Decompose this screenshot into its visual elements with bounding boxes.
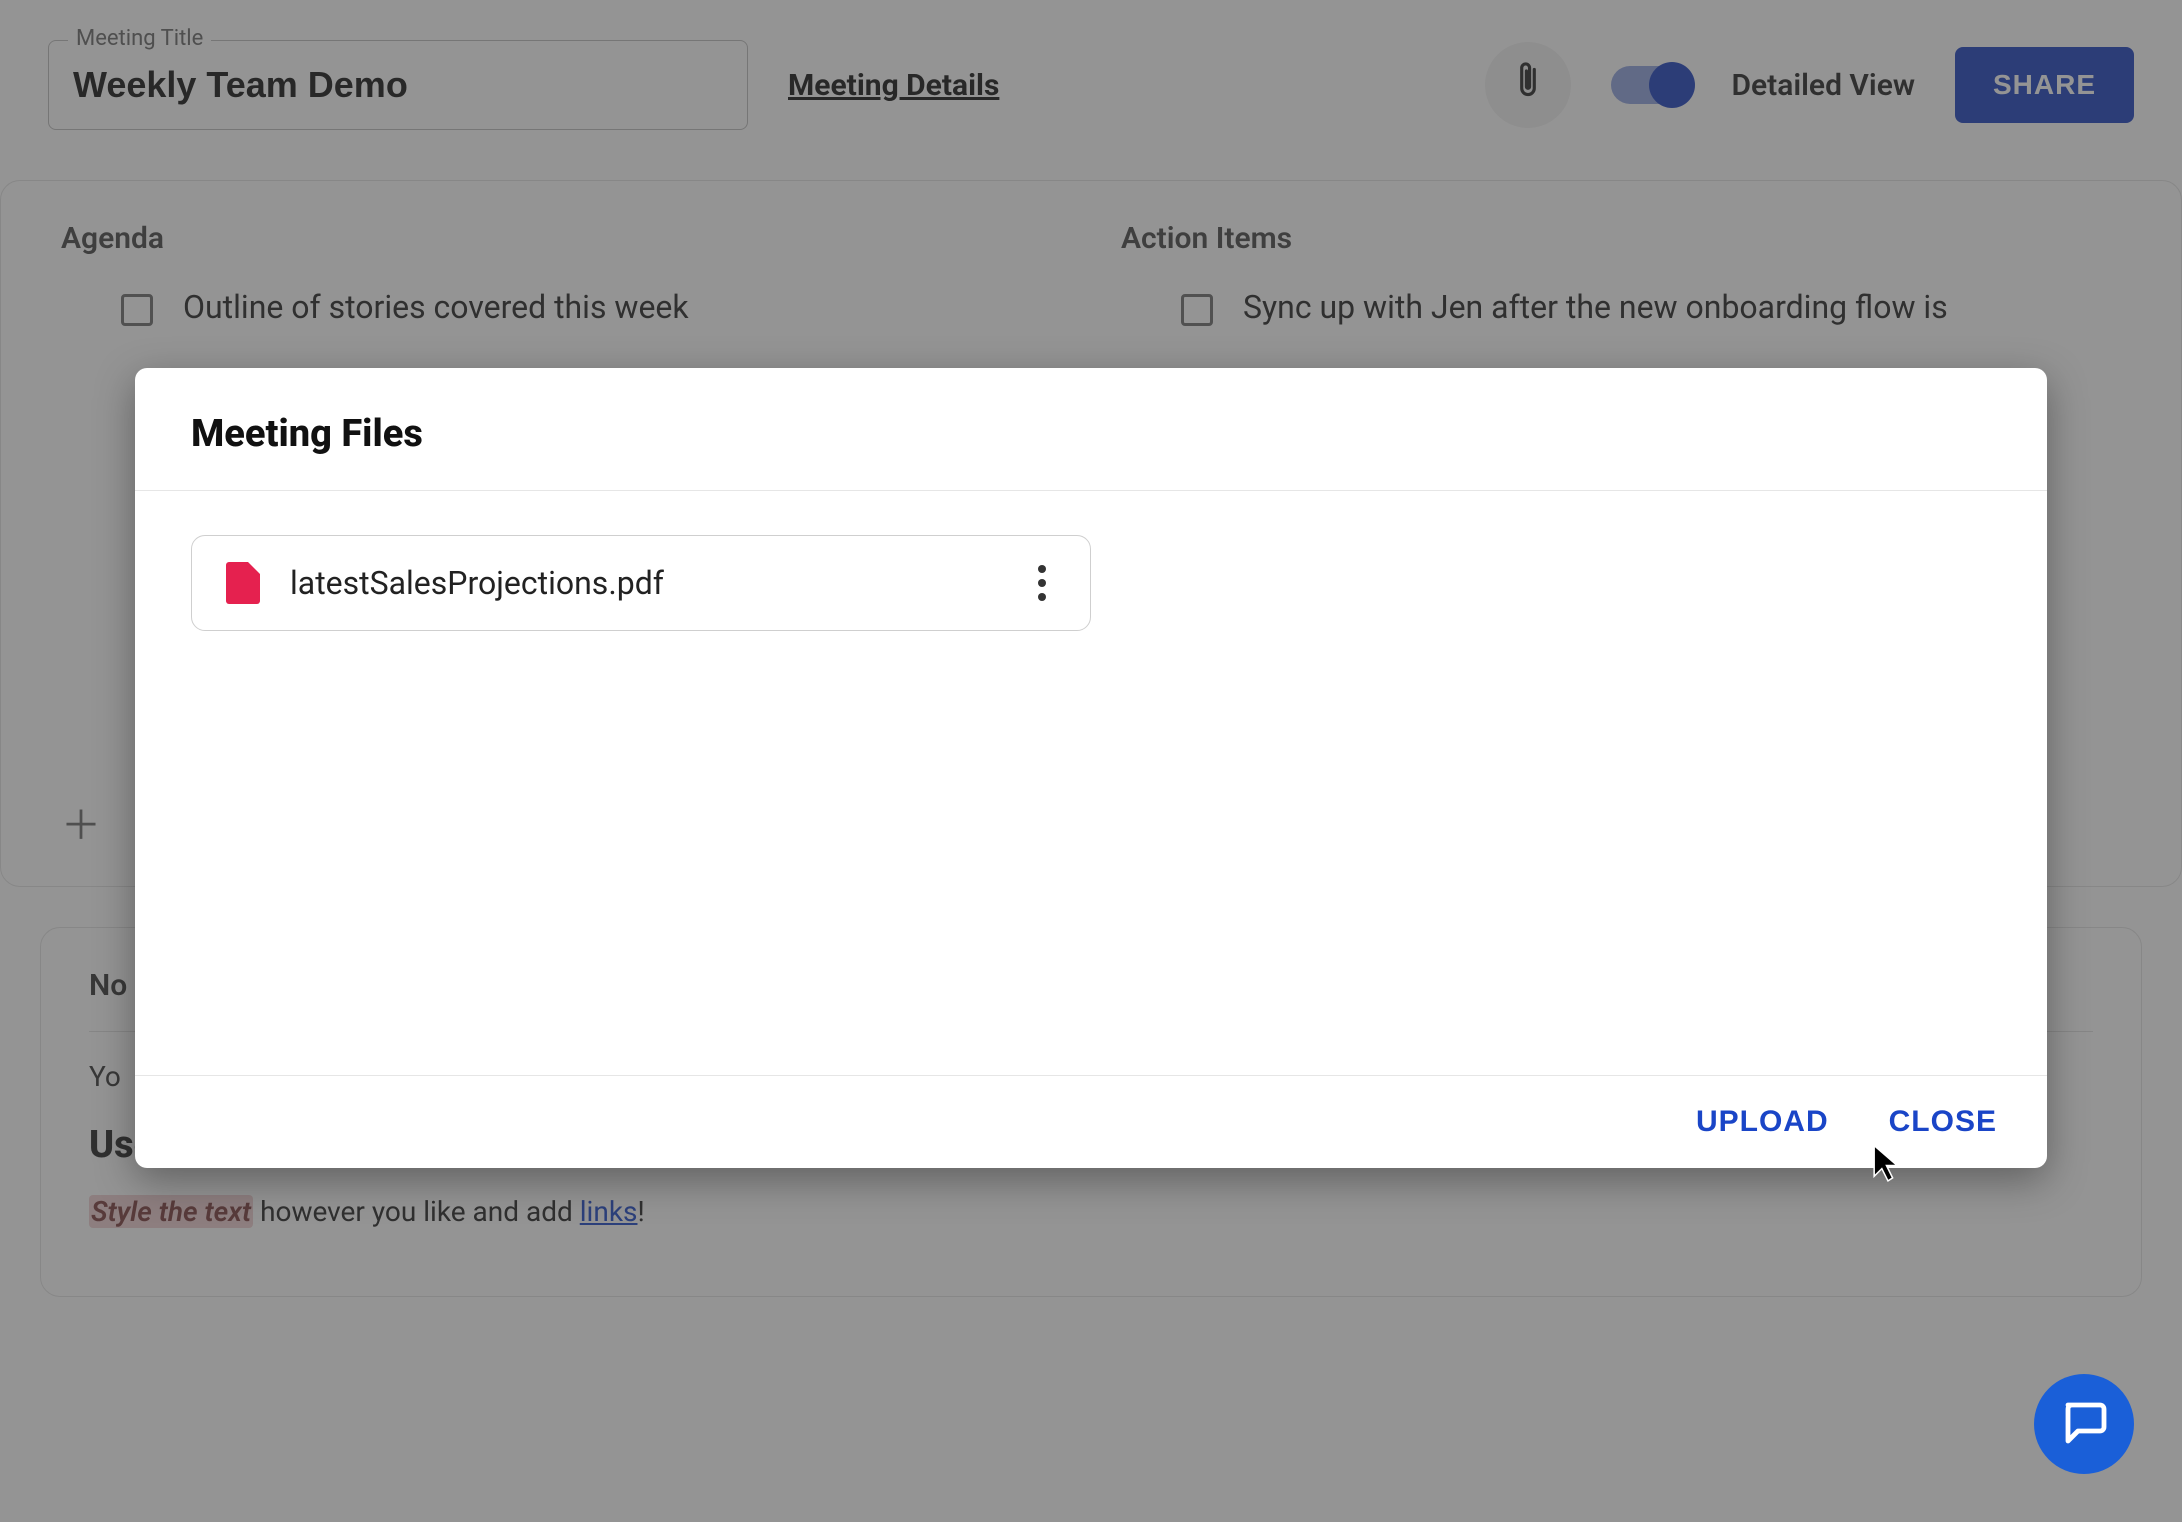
close-button[interactable]: CLOSE	[1883, 1104, 2003, 1140]
file-row[interactable]: latestSalesProjections.pdf	[191, 535, 1091, 631]
modal-body: latestSalesProjections.pdf	[135, 491, 2047, 1075]
kebab-dot-icon	[1038, 565, 1046, 573]
upload-button[interactable]: UPLOAD	[1690, 1104, 1835, 1140]
kebab-dot-icon	[1038, 593, 1046, 601]
chat-icon	[2060, 1397, 2108, 1452]
chat-fab[interactable]	[2034, 1374, 2134, 1474]
file-icon	[226, 562, 260, 604]
meeting-files-modal: Meeting Files latestSalesProjections.pdf…	[135, 368, 2047, 1168]
file-menu-button[interactable]	[1028, 565, 1056, 601]
kebab-dot-icon	[1038, 579, 1046, 587]
file-name: latestSalesProjections.pdf	[290, 564, 998, 602]
modal-header: Meeting Files	[135, 368, 2047, 491]
modal-footer: UPLOAD CLOSE	[135, 1075, 2047, 1168]
modal-title: Meeting Files	[191, 412, 1991, 456]
